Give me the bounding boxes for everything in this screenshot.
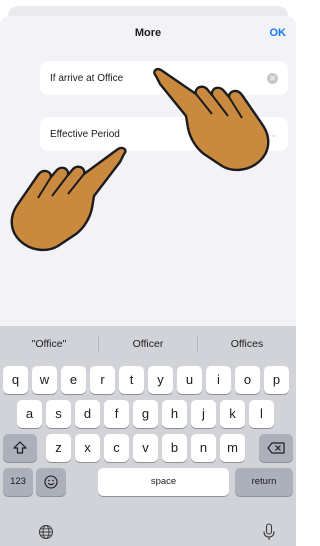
key-p[interactable]: p <box>264 366 289 394</box>
key-h[interactable]: h <box>162 400 187 428</box>
key-b[interactable]: b <box>162 434 187 462</box>
key-k[interactable]: k <box>220 400 245 428</box>
key-z[interactable]: z <box>46 434 71 462</box>
key-row-1: q w e r t y u i o p <box>0 366 296 394</box>
key-row-2: a s d f g h j k l <box>0 400 296 428</box>
key-row-3: z x c v b n m <box>0 434 296 462</box>
emoji-key[interactable] <box>36 468 66 496</box>
pointing-hand-icon <box>10 146 127 252</box>
key-r[interactable]: r <box>90 366 115 394</box>
key-a[interactable]: a <box>17 400 42 428</box>
suggestion-item[interactable]: Offices <box>198 338 296 350</box>
key-n[interactable]: n <box>191 434 216 462</box>
globe-icon[interactable] <box>38 524 54 540</box>
key-e[interactable]: e <box>61 366 86 394</box>
delete-icon <box>267 442 285 454</box>
return-key[interactable]: return <box>235 468 293 496</box>
shift-icon <box>13 441 27 454</box>
suggestion-bar: "Office" Officer Offices <box>0 326 296 362</box>
key-c[interactable]: c <box>104 434 129 462</box>
key-row-4: 123 space return <box>0 468 296 496</box>
ok-button[interactable]: OK <box>270 27 287 39</box>
key-q[interactable]: q <box>3 366 28 394</box>
key-d[interactable]: d <box>75 400 100 428</box>
key-u[interactable]: u <box>177 366 202 394</box>
emoji-icon <box>44 475 58 489</box>
delete-key[interactable] <box>259 434 293 462</box>
suggestion-item[interactable]: Officer <box>99 338 197 350</box>
keyboard-bottom-bar <box>0 522 296 546</box>
microphone-icon[interactable] <box>262 523 276 541</box>
key-j[interactable]: j <box>191 400 216 428</box>
nav-bar: More OK <box>0 16 296 54</box>
key-g[interactable]: g <box>133 400 158 428</box>
key-x[interactable]: x <box>75 434 100 462</box>
key-i[interactable]: i <box>206 366 231 394</box>
key-m[interactable]: m <box>220 434 245 462</box>
key-l[interactable]: l <box>249 400 274 428</box>
key-o[interactable]: o <box>235 366 260 394</box>
pointing-hand-icon <box>153 67 270 172</box>
key-f[interactable]: f <box>104 400 129 428</box>
shift-key[interactable] <box>3 434 37 462</box>
key-w[interactable]: w <box>32 366 57 394</box>
suggestion-item[interactable]: "Office" <box>0 338 98 350</box>
key-v[interactable]: v <box>133 434 158 462</box>
keyboard: "Office" Officer Offices q w e r t y u i… <box>0 326 296 546</box>
space-key[interactable]: space <box>98 468 229 496</box>
numbers-key[interactable]: 123 <box>3 468 33 496</box>
key-y[interactable]: y <box>148 366 173 394</box>
key-t[interactable]: t <box>119 366 144 394</box>
page-title: More <box>134 27 162 39</box>
key-s[interactable]: s <box>46 400 71 428</box>
